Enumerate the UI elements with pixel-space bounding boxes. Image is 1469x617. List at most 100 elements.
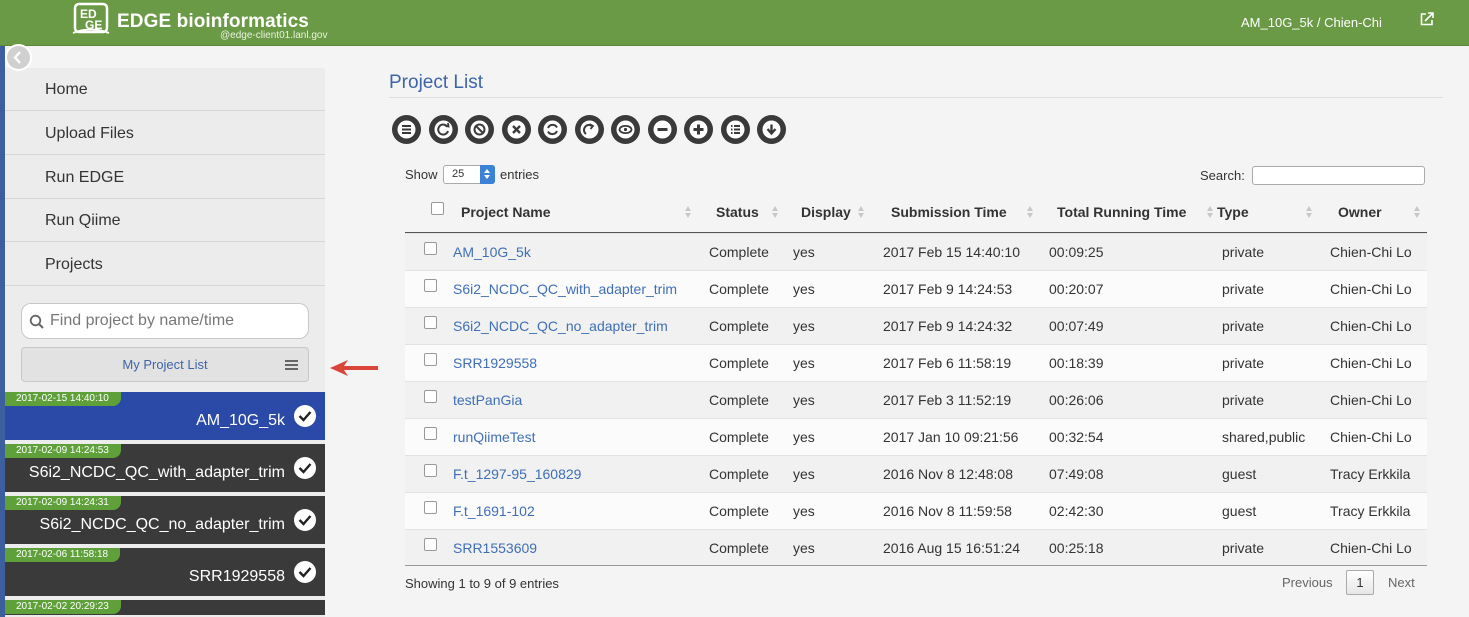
project-link[interactable]: F.t_1691-102 [453,503,535,519]
sort-icon[interactable] [858,206,865,219]
project-link[interactable]: SRR1553609 [453,540,537,556]
project-card[interactable]: 2017-02-09 14:24:53 S6i2_NCDC_QC_with_ad… [5,444,325,494]
details-icon[interactable] [721,115,750,144]
running-time-cell: 07:49:08 [1049,466,1104,482]
running-time-cell: 00:07:49 [1049,318,1104,334]
table-row[interactable]: S6i2_NCDC_QC_with_adapter_trim Complete … [405,270,1427,307]
redo-icon[interactable] [575,115,604,144]
submission-time-cell: 2016 Aug 15 16:51:24 [883,540,1021,556]
column-header-project-name[interactable]: Project Name [461,204,550,220]
column-header-type[interactable]: Type [1217,204,1249,220]
project-search-input[interactable] [50,304,300,338]
row-checkbox[interactable] [424,390,437,403]
project-search[interactable] [21,303,309,339]
user-info[interactable]: AM_10G_5k / Chien-Chi [1241,15,1382,30]
sync-icon[interactable] [538,115,567,144]
remove-icon[interactable] [648,115,677,144]
project-link[interactable]: S6i2_NCDC_QC_with_adapter_trim [453,281,677,297]
nav-upload-files[interactable]: Upload Files [5,112,325,155]
submission-time-cell: 2017 Feb 9 14:24:53 [883,281,1013,297]
page-length-select[interactable]: 25 [443,165,495,184]
server-name: @edge-client01.lanl.gov [220,30,328,41]
row-checkbox[interactable] [424,353,437,366]
my-project-list-button[interactable]: My Project List [21,347,309,382]
project-link[interactable]: SRR1929558 [453,355,537,371]
table-row[interactable]: AM_10G_5k Complete yes 2017 Feb 15 14:40… [405,233,1427,270]
project-date: 2017-02-06 11:58:18 [5,548,121,562]
owner-cell: Chien-Chi Lo [1330,355,1412,371]
type-cell: private [1222,355,1265,371]
project-link[interactable]: testPanGia [453,392,522,408]
status-cell: Complete [709,466,769,482]
sort-icon[interactable] [772,206,779,219]
nav-projects[interactable]: Projects [5,243,325,286]
owner-cell: Tracy Erkkila [1330,466,1411,482]
delete-icon[interactable] [502,115,531,144]
nav-home[interactable]: Home [5,68,325,111]
row-checkbox[interactable] [424,279,437,292]
export-icon[interactable] [1419,11,1435,27]
project-card[interactable]: 2017-02-06 11:58:18 SRR1929558 [5,548,325,598]
edge-logo[interactable]: ED GE [72,2,110,36]
collapse-sidebar-button[interactable] [5,44,32,71]
refresh-icon[interactable] [429,115,458,144]
owner-cell: Chien-Chi Lo [1330,540,1412,556]
row-checkbox[interactable] [424,538,437,551]
project-link[interactable]: F.t_1297-95_160829 [453,466,581,482]
running-time-cell: 00:32:54 [1049,429,1104,445]
submission-time-cell: 2017 Feb 9 14:24:32 [883,318,1013,334]
menu-icon[interactable] [285,360,298,370]
table-row[interactable]: SRR1929558 Complete yes 2017 Feb 6 11:58… [405,344,1427,381]
column-header-submission-time[interactable]: Submission Time [891,204,1007,220]
sidebar: Home Upload Files Run EDGE Run Qiime Pro… [5,68,325,617]
row-checkbox[interactable] [424,427,437,440]
previous-page-button[interactable]: Previous [1282,575,1333,590]
project-card[interactable]: 2017-02-09 14:24:31 S6i2_NCDC_QC_no_adap… [5,496,325,546]
list-icon[interactable] [392,115,421,144]
project-card[interactable]: 2017-02-15 14:40:10 AM_10G_5k [5,392,325,442]
table-search-input[interactable] [1252,166,1425,185]
select-all-checkbox[interactable] [431,202,444,215]
row-checkbox[interactable] [424,501,437,514]
table-row[interactable]: runQiimeTest Complete yes 2017 Jan 10 09… [405,418,1427,455]
column-header-owner[interactable]: Owner [1338,204,1382,220]
download-icon[interactable] [757,115,786,144]
row-checkbox[interactable] [424,242,437,255]
nav-run-qiime[interactable]: Run Qiime [5,199,325,242]
display-cell: yes [793,244,815,260]
table-row[interactable]: testPanGia Complete yes 2017 Feb 3 11:52… [405,381,1427,418]
view-icon[interactable] [611,115,640,144]
add-icon[interactable] [684,115,713,144]
running-time-cell: 00:20:07 [1049,281,1104,297]
submission-time-cell: 2017 Feb 15 14:40:10 [883,244,1021,260]
table-row[interactable]: F.t_1297-95_160829 Complete yes 2016 Nov… [405,455,1427,492]
column-header-display[interactable]: Display [801,204,851,220]
sort-icon[interactable] [685,206,692,219]
row-checkbox[interactable] [424,464,437,477]
status-cell: Complete [709,318,769,334]
block-icon[interactable] [465,115,494,144]
table-info: Showing 1 to 9 of 9 entries [405,576,559,591]
project-link[interactable]: AM_10G_5k [453,244,531,260]
project-link[interactable]: runQiimeTest [453,429,535,445]
running-time-cell: 00:25:18 [1049,540,1104,556]
sort-icon[interactable] [1027,206,1034,219]
sort-icon[interactable] [1414,206,1421,219]
table-row[interactable]: SRR1553609 Complete yes 2016 Aug 15 16:5… [405,529,1427,566]
page-1-button[interactable]: 1 [1346,570,1374,595]
project-card[interactable]: 2017-02-02 20:29:23 [5,600,325,617]
submission-time-cell: 2017 Feb 6 11:58:19 [883,355,1012,371]
display-cell: yes [793,392,815,408]
owner-cell: Chien-Chi Lo [1330,429,1412,445]
table-row[interactable]: F.t_1691-102 Complete yes 2016 Nov 8 11:… [405,492,1427,529]
row-checkbox[interactable] [424,316,437,329]
next-page-button[interactable]: Next [1388,575,1415,590]
project-link[interactable]: S6i2_NCDC_QC_no_adapter_trim [453,318,668,334]
sort-icon[interactable] [1207,206,1214,219]
table-row[interactable]: S6i2_NCDC_QC_no_adapter_trim Complete ye… [405,307,1427,344]
select-arrows-icon [480,165,495,184]
column-header-status[interactable]: Status [716,204,759,220]
sort-icon[interactable] [1306,206,1313,219]
nav-run-edge[interactable]: Run EDGE [5,156,325,199]
column-header-total-running-time[interactable]: Total Running Time [1057,204,1186,220]
